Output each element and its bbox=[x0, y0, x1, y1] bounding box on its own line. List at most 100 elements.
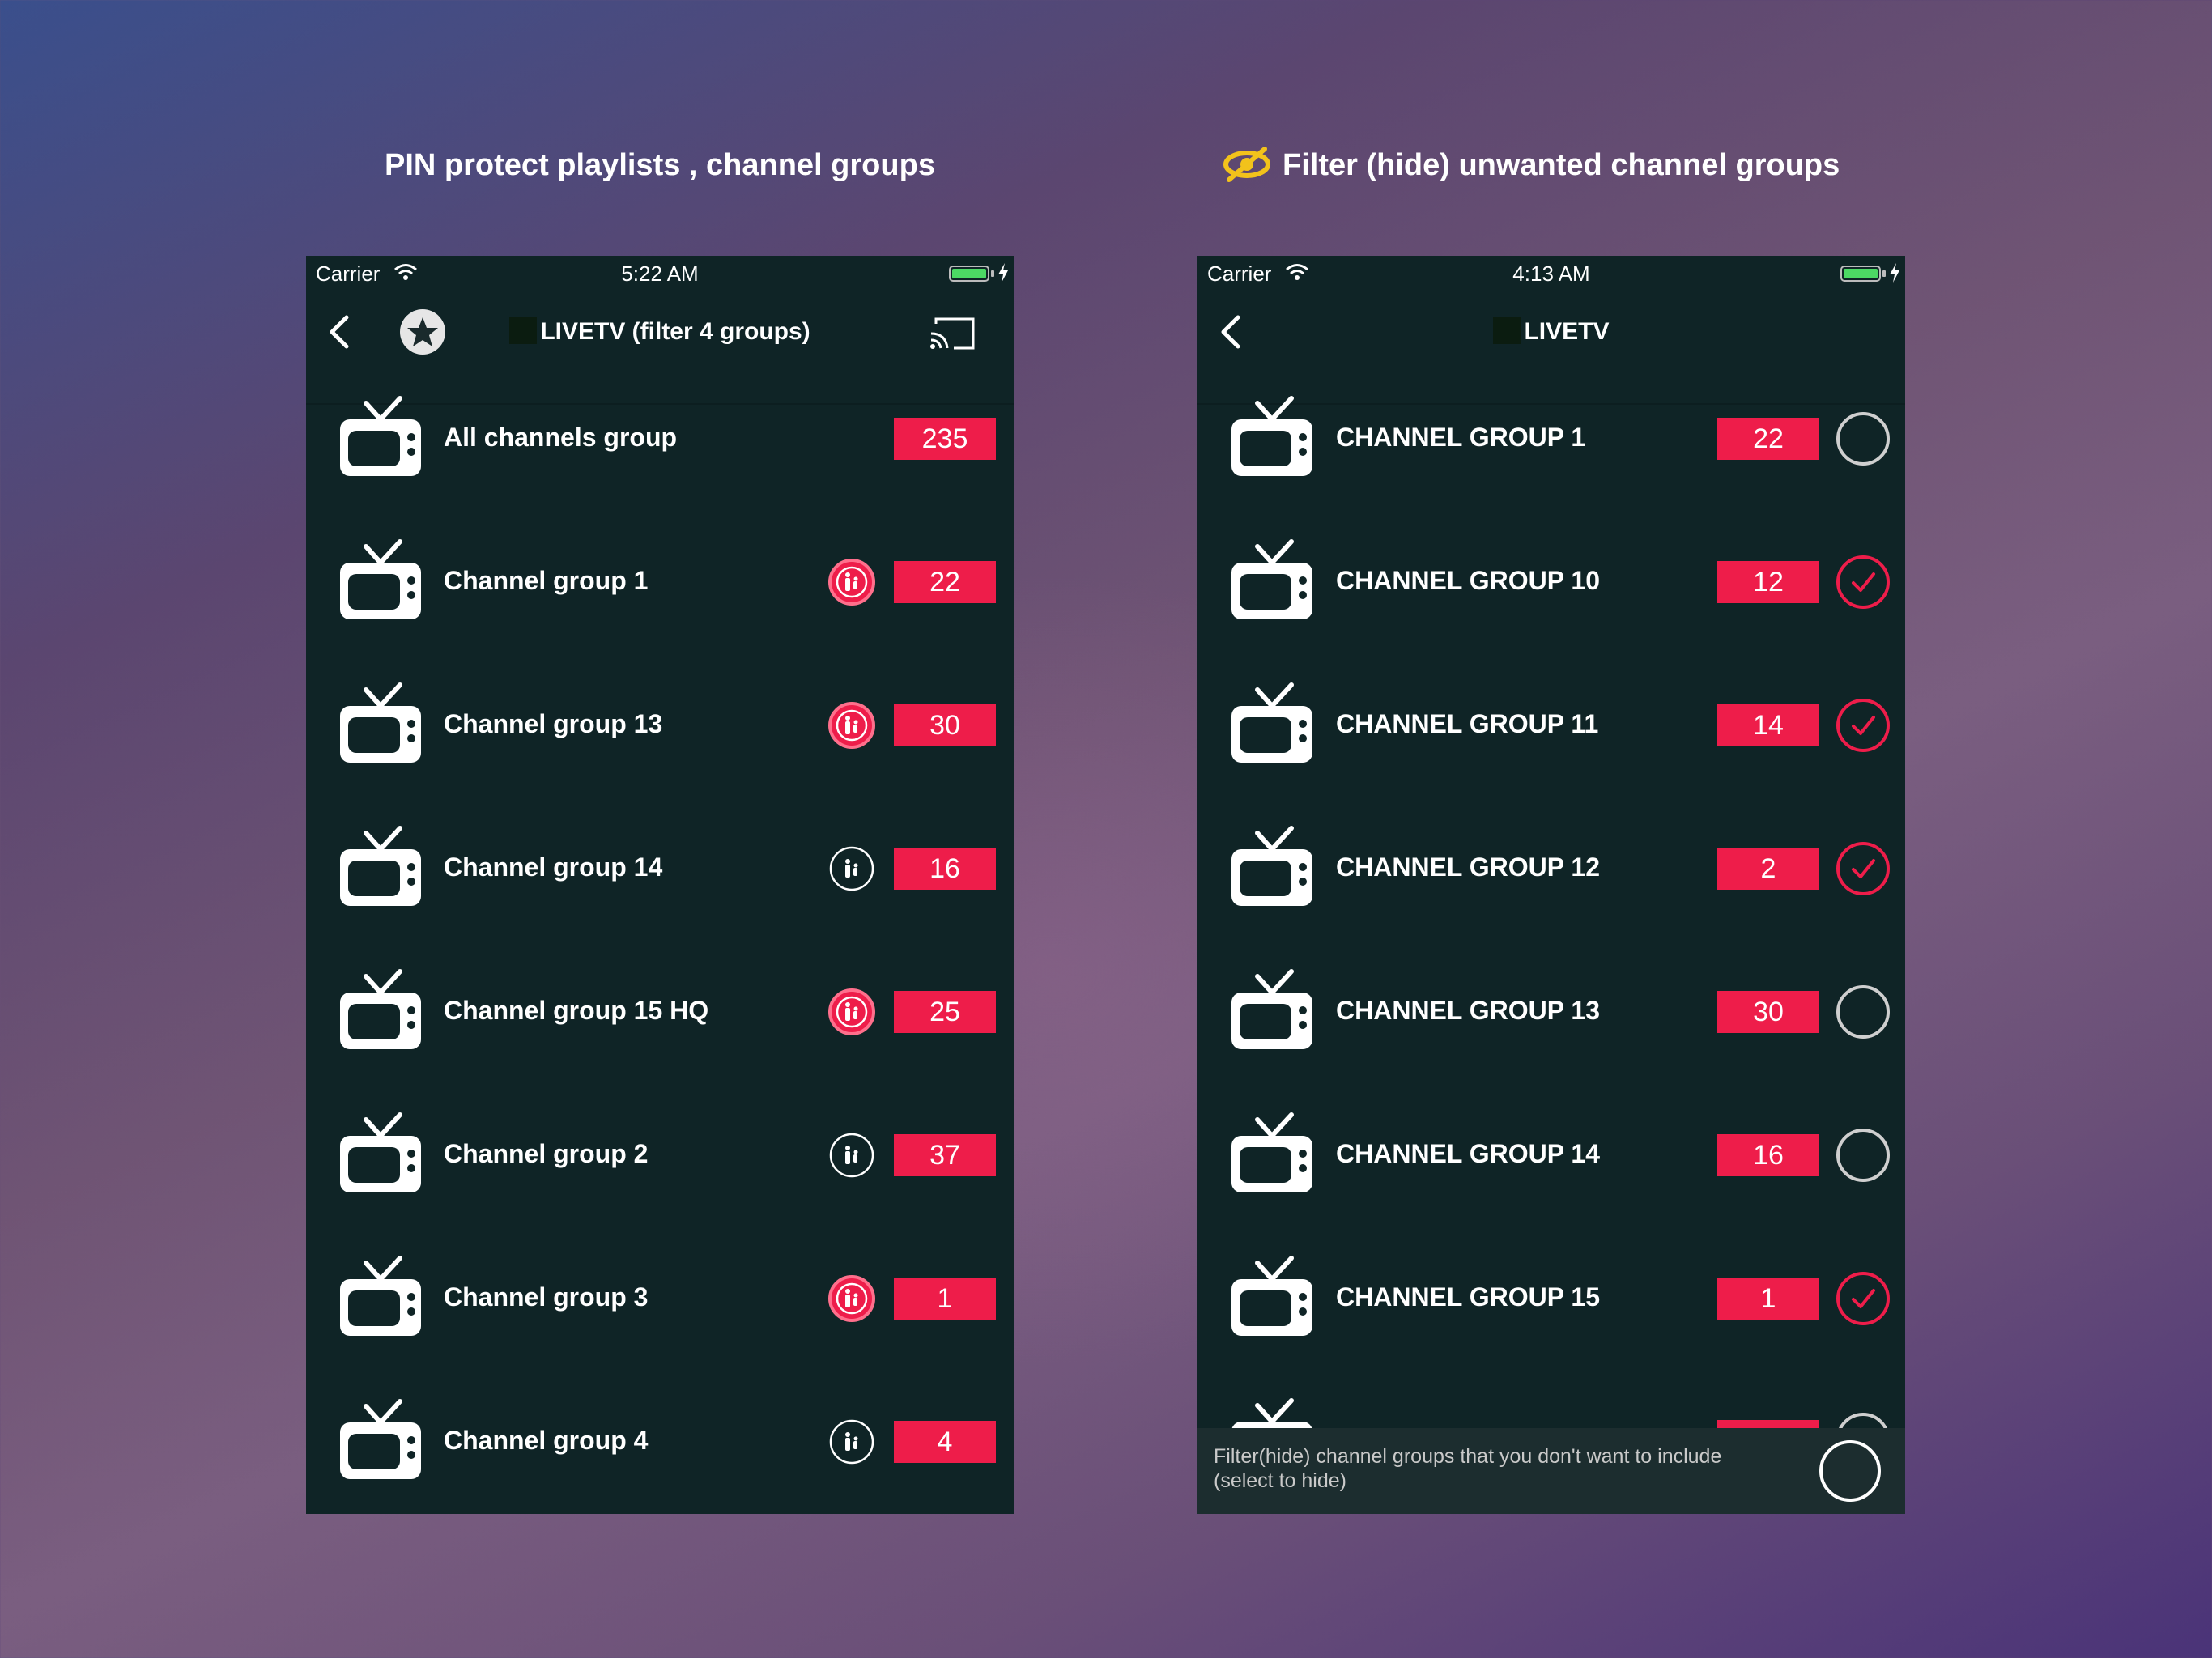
tv-icon bbox=[1231, 396, 1312, 476]
channel-count-badge: 16 bbox=[1717, 1134, 1819, 1176]
channel-count-badge: 30 bbox=[1717, 991, 1819, 1033]
parental-lock-on-icon[interactable] bbox=[827, 701, 876, 750]
parental-lock-off-icon[interactable] bbox=[827, 1131, 876, 1180]
list-item[interactable]: Channel group 4 4 bbox=[306, 1372, 1014, 1514]
list-item[interactable]: CHANNEL GROUP 13 30 bbox=[1197, 942, 1905, 1086]
battery-icon bbox=[949, 266, 989, 282]
checked-circle-icon[interactable] bbox=[1836, 841, 1891, 896]
status-bar: Carrier 5:22 AM bbox=[306, 256, 1014, 291]
playlist-thumbnail bbox=[509, 317, 538, 345]
nav-title-text: LIVETV (filter 4 groups) bbox=[540, 318, 810, 345]
tv-icon bbox=[1231, 969, 1312, 1049]
unchecked-circle-icon[interactable] bbox=[1836, 984, 1891, 1039]
left-phone-screen: Carrier 5:22 AM LIVETV (filter 4 groups) bbox=[306, 256, 1014, 1514]
left-caption-text: PIN protect playlists , channel groups bbox=[385, 148, 935, 182]
right-caption: Filter (hide) unwanted channel groups bbox=[1221, 144, 2212, 186]
tv-icon bbox=[340, 396, 421, 476]
channel-count-badge: 25 bbox=[894, 991, 996, 1033]
tv-icon bbox=[1231, 1112, 1312, 1192]
filter-footer: Filter(hide) channel groups that you don… bbox=[1197, 1428, 1905, 1514]
list-item[interactable]: Channel group 15 HQ 25 bbox=[306, 942, 1014, 1086]
list-item[interactable]: Channel group 2 37 bbox=[306, 1086, 1014, 1229]
battery-nub bbox=[1882, 270, 1886, 277]
channel-count-badge: 235 bbox=[894, 418, 996, 460]
unchecked-circle-icon[interactable] bbox=[1836, 411, 1891, 466]
status-bar: Carrier 4:13 AM bbox=[1197, 256, 1905, 291]
list-item[interactable]: CHANNEL GROUP 1 22 bbox=[1197, 369, 1905, 512]
right-caption-text: Filter (hide) unwanted channel groups bbox=[1283, 148, 1840, 182]
tv-icon bbox=[340, 682, 421, 763]
list-item-label: CHANNEL GROUP 1 bbox=[1336, 423, 1586, 452]
battery-nub bbox=[991, 270, 994, 277]
unchecked-circle-icon[interactable] bbox=[1836, 1128, 1891, 1183]
hidden-eye-icon bbox=[1223, 146, 1270, 182]
channel-count-badge: 1 bbox=[1717, 1278, 1819, 1320]
cast-icon[interactable] bbox=[929, 316, 976, 351]
tv-icon bbox=[340, 826, 421, 906]
parental-lock-on-icon[interactable] bbox=[827, 988, 876, 1036]
list-item-label: Channel group 14 bbox=[444, 852, 663, 882]
channel-count-badge: 14 bbox=[1717, 704, 1819, 746]
tv-icon bbox=[340, 1112, 421, 1192]
list-item-label: Channel group 13 bbox=[444, 709, 663, 738]
left-caption: PIN protect playlists , channel groups bbox=[0, 144, 1320, 186]
tv-icon bbox=[1231, 1256, 1312, 1336]
parental-lock-on-icon[interactable] bbox=[827, 558, 876, 606]
tv-icon bbox=[1231, 826, 1312, 906]
list-item-label: CHANNEL GROUP 14 bbox=[1336, 1139, 1600, 1168]
list-item[interactable]: All channels group 235 bbox=[306, 369, 1014, 512]
charging-icon bbox=[998, 263, 1008, 283]
list-item-label: All channels group bbox=[444, 423, 678, 452]
channel-count-badge: 22 bbox=[894, 561, 996, 603]
list-item-label: Channel group 1 bbox=[444, 566, 649, 595]
list-item[interactable]: CHANNEL GROUP 15 1 bbox=[1197, 1229, 1905, 1372]
list-item[interactable]: CHANNEL GROUP 10 12 bbox=[1197, 512, 1905, 656]
checked-circle-icon[interactable] bbox=[1836, 555, 1891, 610]
nav-bar: LIVETV (filter 4 groups) bbox=[306, 291, 1014, 405]
nav-bar: LIVETV bbox=[1197, 291, 1905, 405]
channel-count-badge: 16 bbox=[894, 848, 996, 890]
list-item-label: CHANNEL GROUP 11 bbox=[1336, 709, 1599, 738]
parental-lock-on-icon[interactable] bbox=[827, 1274, 876, 1323]
parental-lock-off-icon[interactable] bbox=[827, 844, 876, 893]
channel-count-badge: 22 bbox=[1717, 418, 1819, 460]
list-item[interactable]: CHANNEL GROUP 14 16 bbox=[1197, 1086, 1905, 1229]
checked-circle-icon[interactable] bbox=[1836, 698, 1891, 753]
filter-hint-text: Filter(hide) channel groups that you don… bbox=[1214, 1445, 1722, 1492]
tv-icon bbox=[340, 1256, 421, 1336]
tv-icon bbox=[340, 969, 421, 1049]
list-item[interactable]: Channel group 13 30 bbox=[306, 656, 1014, 799]
right-phone-screen: Carrier 4:13 AM LIVETV CHANNEL GROUP 1 2… bbox=[1197, 256, 1905, 1514]
list-item[interactable]: CHANNEL GROUP 12 2 bbox=[1197, 799, 1905, 942]
channel-count-badge: 2 bbox=[1717, 848, 1819, 890]
list-item-label: Channel group 3 bbox=[444, 1282, 649, 1312]
checked-circle-icon[interactable] bbox=[1836, 1271, 1891, 1326]
channel-count-badge: 12 bbox=[1717, 561, 1819, 603]
channel-count-badge: 30 bbox=[894, 704, 996, 746]
channel-count-badge: 37 bbox=[894, 1134, 996, 1176]
channel-count-badge: 1 bbox=[894, 1278, 996, 1320]
tv-icon bbox=[1231, 539, 1312, 619]
list-item-label: Channel group 15 HQ bbox=[444, 996, 709, 1025]
select-all-circle-icon[interactable] bbox=[1818, 1439, 1882, 1503]
list-item-label: CHANNEL GROUP 15 bbox=[1336, 1282, 1600, 1312]
parental-lock-off-icon[interactable] bbox=[827, 1418, 876, 1466]
status-time: 4:13 AM bbox=[1512, 261, 1590, 286]
status-time: 5:22 AM bbox=[621, 261, 699, 286]
channel-count-badge: 4 bbox=[894, 1421, 996, 1463]
battery-icon bbox=[1840, 266, 1881, 282]
list-item[interactable]: Channel group 14 16 bbox=[306, 799, 1014, 942]
nav-title: LIVETV bbox=[1197, 316, 1905, 348]
playlist-thumbnail bbox=[1493, 317, 1521, 345]
list-item-label: Channel group 2 bbox=[444, 1139, 649, 1168]
list-item-label: Channel group 4 bbox=[444, 1426, 649, 1455]
list-item-label: CHANNEL GROUP 10 bbox=[1336, 566, 1600, 595]
nav-title-text: LIVETV bbox=[1524, 318, 1610, 345]
list-item[interactable]: Channel group 1 22 bbox=[306, 512, 1014, 656]
list-item[interactable]: CHANNEL GROUP 11 14 bbox=[1197, 656, 1905, 799]
list-item-label: CHANNEL GROUP 12 bbox=[1336, 852, 1600, 882]
list-item-label: CHANNEL GROUP 13 bbox=[1336, 996, 1600, 1025]
list-item[interactable]: Channel group 3 1 bbox=[306, 1229, 1014, 1372]
tv-icon bbox=[340, 539, 421, 619]
charging-icon bbox=[1890, 263, 1899, 283]
